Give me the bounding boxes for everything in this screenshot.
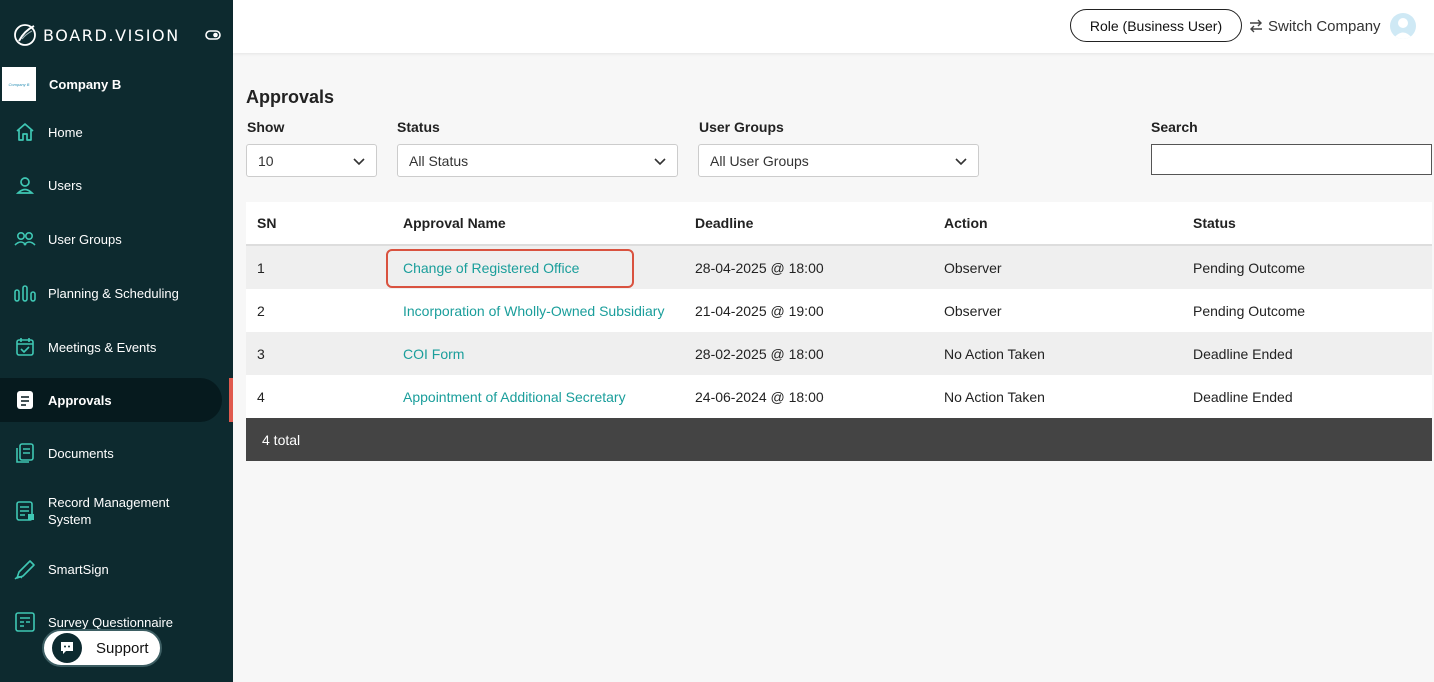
support-button[interactable]: Support [42,629,162,667]
row-sn: 4 [257,388,265,405]
sidebar-item-label: User Groups [48,231,122,247]
status-select-value: All Status [409,152,469,169]
show-select[interactable]: 10 [246,144,377,177]
sidebar-item-smartsign[interactable]: SmartSign [0,547,222,591]
sidebar-item-planning-scheduling[interactable]: Planning & Scheduling [0,271,222,315]
sidebar-item-label: Planning & Scheduling [48,285,179,301]
user-icon [13,173,37,197]
chevron-down-icon [353,158,365,166]
row-deadline: 28-04-2025 @ 18:00 [695,259,824,276]
page-title: Approvals [246,87,335,107]
table-footer: 4 total [246,418,1432,461]
status-select[interactable]: All Status [397,144,678,177]
approval-name-link[interactable]: COI Form [403,332,464,375]
sidebar-item-label: Meetings & Events [48,339,157,355]
survey-icon [13,610,37,634]
search-label: Search [1151,119,1198,135]
row-action: Observer [944,302,1002,319]
chevron-down-icon [654,158,666,166]
approval-name-link[interactable]: Incorporation of Wholly-Owned Subsidiary [403,289,664,332]
sidebar-item-label: Users [48,177,82,193]
column-header-status[interactable]: Status [1193,202,1236,244]
sidebar-item-label: Home [48,124,83,140]
user-groups-select-value: All User Groups [710,152,809,169]
switch-company-label: Switch Company [1268,17,1381,35]
total-count: 4 total [262,431,301,448]
row-status: Deadline Ended [1193,388,1293,405]
approval-name-link[interactable]: Change of Registered Office [403,246,579,289]
row-sn: 1 [257,259,265,276]
table-row[interactable]: 4 Appointment of Additional Secretary 24… [246,375,1432,418]
show-label: Show [247,119,285,135]
sidebar-item-approvals[interactable]: Approvals [0,378,222,422]
role-button[interactable]: Role (Business User) [1070,9,1242,42]
calendar-check-icon [13,335,37,359]
column-header-sn[interactable]: SN [257,202,276,244]
chat-icon [52,633,82,663]
active-indicator [229,378,233,422]
sidebar-item-documents[interactable]: Documents [0,431,222,475]
show-select-value: 10 [258,152,274,169]
table-row[interactable]: 3 COI Form 28-02-2025 @ 18:00 No Action … [246,332,1432,375]
support-label: Support [96,639,149,657]
row-action: Observer [944,259,1002,276]
users-icon [13,227,37,251]
row-sn: 3 [257,345,265,362]
row-action: No Action Taken [944,388,1045,405]
document-icon [13,388,37,412]
search-input[interactable] [1151,144,1432,175]
column-header-deadline[interactable]: Deadline [695,202,753,244]
status-label: Status [397,119,440,135]
home-icon [13,120,37,144]
bars-chart-icon [13,281,37,305]
chevron-down-icon [955,158,967,166]
row-status: Pending Outcome [1193,259,1306,276]
brand-name: BOARD.VISION [43,25,180,45]
sidebar-item-label: SmartSign [48,561,109,577]
user-groups-select[interactable]: All User Groups [698,144,979,177]
company-logo: Company B [2,67,36,101]
company-selector[interactable]: Company B Company B [2,66,121,102]
column-header-action[interactable]: Action [944,202,988,244]
swap-arrows-icon [1250,19,1262,33]
approval-name-link[interactable]: Appointment of Additional Secretary [403,375,626,418]
sidebar-item-meetings-events[interactable]: Meetings & Events [0,325,222,369]
sidebar-item-record-management-system[interactable]: Record Management System [0,489,222,533]
avatar[interactable] [1390,13,1416,39]
user-avatar-icon [1393,18,1413,39]
company-name: Company B [49,76,122,92]
documents-icon [13,441,37,465]
row-sn: 2 [257,302,265,319]
switch-company-button[interactable]: Switch Company [1248,14,1381,38]
board-vision-logo-icon [14,24,36,46]
table-header: SN Approval Name Deadline Action Status [246,202,1432,246]
table-row[interactable]: 2 Incorporation of Wholly-Owned Subsidia… [246,289,1432,332]
row-deadline: 24-06-2024 @ 18:00 [695,388,824,405]
sidebar-item-users[interactable]: Users [0,163,222,207]
row-status: Pending Outcome [1193,302,1306,319]
row-deadline: 21-04-2025 @ 19:00 [695,302,824,319]
top-header: Role (Business User) Switch Company [233,0,1434,53]
sidebar-item-label: Documents [48,445,114,461]
sidebar-item-label: Approvals [48,392,112,408]
sidebar-item-label: Survey Questionnaire [48,614,174,630]
row-deadline: 28-02-2025 @ 18:00 [695,345,824,362]
column-header-approval-name[interactable]: Approval Name [403,202,506,244]
brand-logo[interactable]: BOARD.VISION [12,21,180,49]
pen-icon [13,557,37,581]
toggle-icon[interactable] [205,28,221,42]
sidebar-item-label: Record Management System [48,495,170,527]
row-status: Deadline Ended [1193,345,1293,362]
approvals-table: SN Approval Name Deadline Action Status … [246,202,1432,461]
sidebar-item-home[interactable]: Home [0,110,222,154]
sidebar: BOARD.VISION Company B Company B Home Us… [0,0,233,682]
table-row[interactable]: 1 Change of Registered Office 28-04-2025… [246,246,1432,289]
user-groups-label: User Groups [699,119,784,135]
row-action: No Action Taken [944,345,1045,362]
record-icon [13,499,37,523]
sidebar-item-user-groups[interactable]: User Groups [0,217,222,261]
